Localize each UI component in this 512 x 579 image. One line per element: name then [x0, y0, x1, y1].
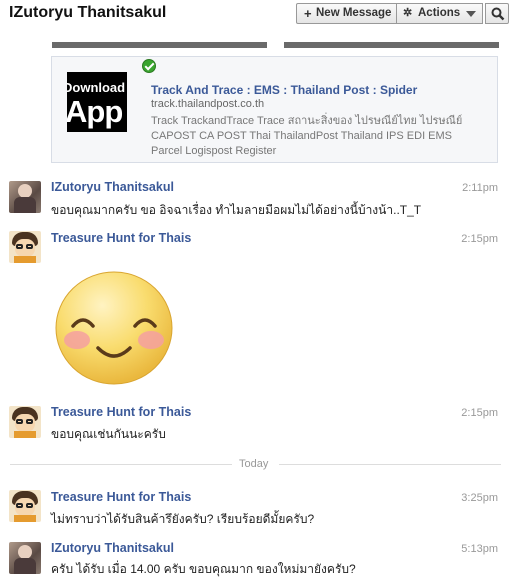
sender-name[interactable]: Treasure Hunt for Thais [51, 405, 191, 419]
link-description: Track TrackandTrace Trace สถานะสิ่งของ ไ… [151, 115, 463, 157]
gear-icon: ✲ [403, 7, 413, 19]
new-message-label: New Message [316, 7, 392, 19]
sender-name[interactable]: Treasure Hunt for Thais [51, 231, 191, 245]
link-thumbnail[interactable]: Download App S [67, 72, 127, 132]
new-message-button[interactable]: + New Message [296, 3, 397, 24]
previous-image-right[interactable] [284, 42, 499, 48]
thumbnail-text-2: App S [67, 94, 127, 129]
message-time: 2:15pm [461, 407, 498, 419]
search-button[interactable] [485, 3, 509, 24]
sender-name[interactable]: IZutoryu Thanitsakul [51, 180, 174, 194]
avatar[interactable] [9, 542, 41, 574]
avatar[interactable] [9, 406, 41, 438]
divider-line [279, 464, 501, 465]
avatar[interactable] [9, 231, 41, 263]
avatar[interactable] [9, 181, 41, 213]
message-text: ขอบคุณมากครับ ขอ อิจฉาเรื่อง ทำไมลายมือผ… [51, 203, 422, 217]
message-text: ไม่ทราบว่าได้รับสินค้ารึยังครับ? เรียบร้… [51, 512, 315, 526]
thumbnail-text-1: Download [67, 80, 126, 95]
conversation-header: IZutoryu Thanitsakul + New Message ✲ Act… [0, 0, 512, 32]
divider-line [10, 464, 232, 465]
smiley-sticker[interactable] [53, 268, 175, 386]
message-text: ขอบคุณเช่นกันนะครับ [51, 427, 166, 441]
previous-image-left[interactable] [52, 42, 267, 48]
actions-button[interactable]: ✲ Actions [397, 3, 483, 24]
check-icon[interactable] [142, 59, 156, 73]
sender-name[interactable]: Treasure Hunt for Thais [51, 490, 191, 504]
date-divider-label: Today [239, 458, 269, 470]
search-icon [491, 7, 505, 21]
avatar[interactable] [9, 490, 41, 522]
chevron-down-icon [466, 11, 476, 17]
message-text: ครับ ได้รับ เมื่อ 14.00 ครับ ขอบคุณมาก ข… [51, 562, 356, 576]
sender-name[interactable]: IZutoryu Thanitsakul [51, 541, 174, 555]
message-time: 2:11pm [462, 182, 498, 194]
link-preview-card[interactable]: Download App S Track And Trace : EMS : T… [51, 56, 498, 163]
link-title[interactable]: Track And Trace : EMS : Thailand Post : … [151, 83, 417, 97]
message-time: 2:15pm [461, 233, 498, 245]
link-url: track.thailandpost.co.th [151, 98, 265, 110]
message-time: 3:25pm [461, 492, 498, 504]
actions-label: Actions [418, 7, 461, 19]
plus-icon: + [304, 6, 312, 21]
conversation-title: IZutoryu Thanitsakul [9, 4, 167, 21]
message-time: 5:13pm [461, 543, 498, 555]
